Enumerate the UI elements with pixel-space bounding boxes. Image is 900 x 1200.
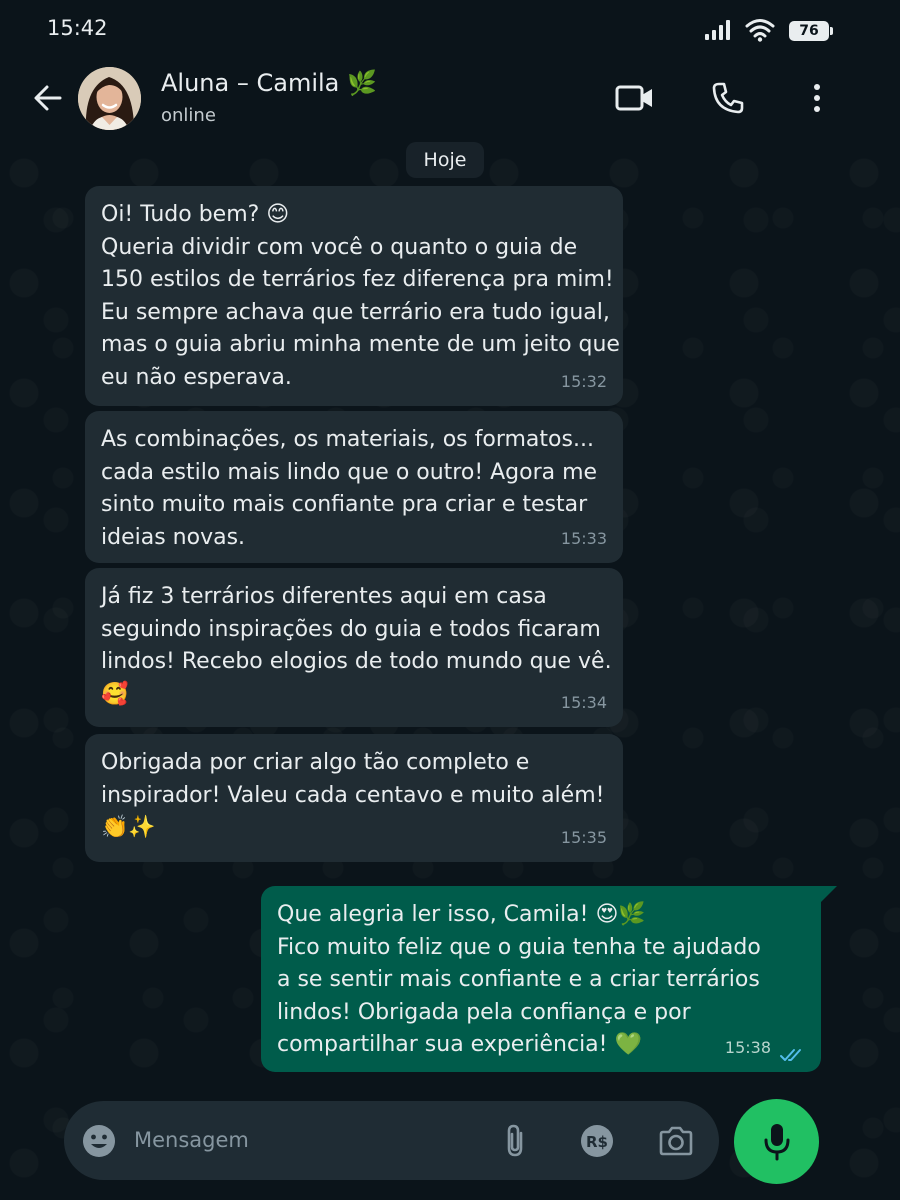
phone-icon [712, 82, 744, 114]
message-line: inspirador! Valeu cada centavo e muito a… [101, 782, 605, 808]
message-line: cada estilo mais lindo que o outro! Agor… [101, 459, 598, 485]
contact-status: online [161, 105, 216, 126]
chat-header: Aluna – Camila 🌿 online [0, 60, 900, 140]
back-button[interactable] [28, 78, 68, 118]
message-line: Fico muito feliz que o guia tenha te aju… [277, 934, 761, 960]
paperclip-icon [507, 1124, 523, 1157]
message-bubble-incoming[interactable]: Obrigada por criar algo tão completo e i… [85, 734, 623, 862]
message-time: 15:34 [560, 692, 607, 712]
message-bubble-incoming[interactable]: Oi! Tudo bem? 😊 Queria dividir com você … [85, 186, 623, 406]
status-time: 15:42 [47, 16, 108, 40]
read-receipt-icon [780, 1049, 801, 1061]
video-call-button[interactable] [613, 78, 657, 118]
contact-photo [78, 67, 141, 130]
svg-text:R$: R$ [586, 1133, 608, 1151]
message-line: Queria dividir com você o quanto o guia … [101, 234, 578, 260]
camera-button[interactable] [655, 1120, 697, 1162]
attach-button[interactable] [494, 1120, 536, 1162]
message-line: lindos! Obrigada pela confiança e por [277, 999, 691, 1025]
brl-payment-icon: R$ [581, 1125, 613, 1157]
camera-icon [659, 1126, 693, 1156]
kebab-menu-icon [814, 84, 820, 112]
message-bubble-incoming[interactable]: Já fiz 3 terrários diferentes aqui em ca… [85, 568, 623, 727]
message-line: eu não esperava. [101, 364, 292, 390]
wifi-icon [745, 19, 775, 42]
message-line: mas o guia abriu minha mente de um jeito… [101, 332, 620, 357]
message-line: sinto muito mais confiante pra criar e t… [101, 492, 588, 517]
status-bar: 15:42 76 [0, 0, 900, 60]
message-time: 15:33 [560, 528, 607, 548]
battery-indicator: 76 [789, 21, 833, 41]
contact-name[interactable]: Aluna – Camila 🌿 [161, 69, 377, 97]
emoji-button[interactable] [78, 1120, 120, 1162]
message-line: seguindo inspirações do guia e todos fic… [101, 616, 601, 642]
message-line: ideias novas. [101, 524, 246, 550]
message-line: lindos! Recebo elogios de todo mundo que… [101, 649, 612, 674]
video-camera-icon [615, 85, 652, 111]
message-line: 👏✨ [101, 815, 156, 840]
message-time: 15:38 [724, 1037, 771, 1057]
signal-icon [705, 20, 730, 40]
message-time: 15:32 [560, 371, 607, 391]
message-line: 🥰 [101, 681, 129, 707]
voice-message-button[interactable] [734, 1099, 819, 1184]
date-separator: Hoje [406, 142, 484, 178]
arrow-left-icon [34, 85, 62, 111]
message-line: 150 estilos de terrários fez diferença p… [101, 267, 614, 292]
message-line: Eu sempre achava que terrário era tudo i… [101, 299, 610, 325]
message-line: Já fiz 3 terrários diferentes aqui em ca… [101, 584, 547, 609]
message-line: As combinações, os materiais, os formato… [101, 427, 594, 452]
message-line: a se sentir mais confiante e a criar ter… [277, 967, 760, 992]
message-line: Oi! Tudo bem? 😊 [101, 202, 290, 227]
avatar[interactable] [78, 67, 141, 130]
message-line: Que alegria ler isso, Camila! 😍🌿 [277, 902, 646, 927]
message-composer: R$ [64, 1101, 719, 1180]
emoji-icon [83, 1125, 115, 1157]
message-input[interactable] [134, 1119, 474, 1161]
microphone-icon [764, 1123, 789, 1160]
voice-call-button[interactable] [706, 78, 750, 118]
message-bubble-outgoing[interactable]: Que alegria ler isso, Camila! 😍🌿 Fico mu… [261, 886, 837, 1072]
payment-button[interactable]: R$ [576, 1120, 618, 1162]
chat-screen: 15:42 76 Aluna – Camila 🌿 online Hoje Oi… [0, 0, 900, 1200]
message-line: Obrigada por criar algo tão completo e [101, 750, 530, 775]
menu-button[interactable] [795, 78, 839, 118]
message-bubble-incoming[interactable]: As combinações, os materiais, os formato… [85, 411, 623, 563]
message-time: 15:35 [560, 827, 607, 847]
